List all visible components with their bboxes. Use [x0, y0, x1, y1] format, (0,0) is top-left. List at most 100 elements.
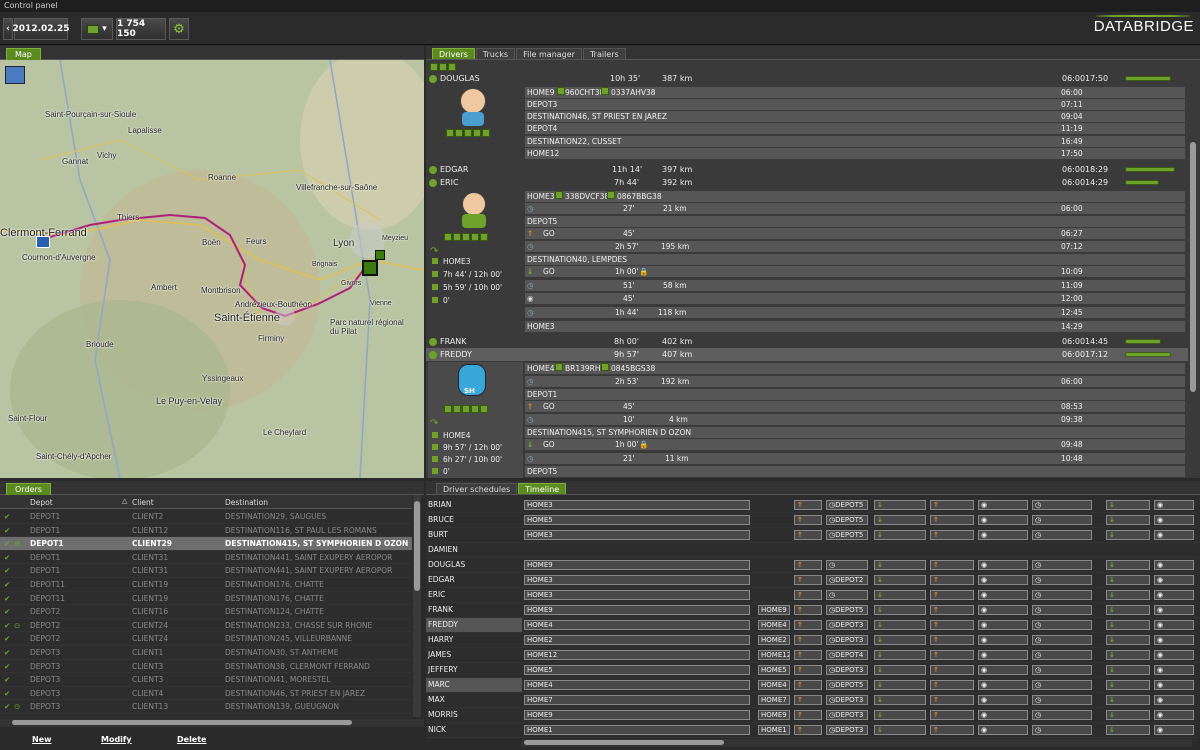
orders-scrollbar[interactable]: [413, 495, 421, 717]
timeline-task-block[interactable]: ↑: [930, 575, 974, 585]
timeline-task-block[interactable]: ◉: [1154, 500, 1194, 510]
timeline-task-block[interactable]: ↓: [874, 695, 926, 705]
display-mode-dropdown[interactable]: ▾: [81, 18, 113, 40]
timeline-driver-name[interactable]: MAX: [428, 693, 522, 707]
action-icon[interactable]: [453, 232, 461, 241]
timeline-task-block[interactable]: ↓: [1106, 560, 1150, 570]
timeline-driver-name[interactable]: NICK: [428, 723, 522, 737]
timeline-task-block[interactable]: ◉: [978, 515, 1028, 525]
route-stop-row[interactable]: HOME3 338DVCF38 0867BBG38: [525, 191, 1185, 203]
timeline-task-block[interactable]: ↑: [930, 665, 974, 675]
action-icon[interactable]: [462, 404, 470, 413]
timeline-task-block[interactable]: ◉: [978, 680, 1028, 690]
timeline-task-block[interactable]: ◷: [1032, 605, 1092, 615]
route-stop-row[interactable]: DESTINATION40, LEMPDES: [525, 254, 1185, 266]
order-row[interactable]: ✔ DEPOT3 CLIENT4 DESTINATION46, ST PRIEST E…: [0, 687, 412, 701]
truck-marker-icon[interactable]: [36, 236, 50, 248]
tab-timeline[interactable]: Timeline: [518, 483, 567, 494]
timeline-task-block[interactable]: ◷DEPOT5: [826, 680, 868, 690]
timeline-home-block[interactable]: HOME5: [758, 665, 790, 675]
timeline-task-block[interactable]: ◉: [978, 575, 1028, 585]
timeline-task-block[interactable]: ◉: [978, 635, 1028, 645]
collapse-icon[interactable]: [439, 62, 447, 71]
route-stop-row[interactable]: DEPOT5: [525, 216, 1185, 228]
route-stop-row[interactable]: HOME4 BR139RH 0845BGS38: [525, 363, 1185, 375]
new-button[interactable]: New: [32, 735, 52, 744]
timeline-task-block[interactable]: ◷DEPOT3: [826, 635, 868, 645]
timeline-task-block[interactable]: ◷DEPOT4: [826, 650, 868, 660]
delete-button[interactable]: Delete: [177, 735, 206, 744]
timeline-driver-name[interactable]: HARRY: [428, 633, 522, 647]
route-leg-row[interactable]: ◷ 1h 44' 118 km 12:45: [525, 307, 1185, 319]
route-stop-row[interactable]: ↑ GO 45' 08:53: [525, 401, 1185, 413]
timeline-home-block[interactable]: HOME7: [758, 695, 790, 705]
timeline-task-block[interactable]: ↓: [1106, 575, 1150, 585]
timeline-home-block[interactable]: HOME12: [524, 650, 750, 660]
timeline-row[interactable]: MORRIS HOME9 HOME9 ↑ ◷DEPOT3 ↓ ↑ ◉ ◷ ↓ ◉: [426, 708, 1198, 723]
timeline-driver-name[interactable]: FREDDY: [426, 618, 522, 632]
timeline-task-block[interactable]: ◉: [1154, 635, 1194, 645]
timeline-task-block[interactable]: ↓: [1106, 590, 1150, 600]
order-row[interactable]: ✔ ⊙ DEPOT2 CLIENT24 DESTINATION233, CHASSE S…: [0, 619, 412, 633]
timeline-task-block[interactable]: ↑: [930, 620, 974, 630]
order-row[interactable]: ✔ ⊙ DEPOT3 CLIENT13 DESTINATION139, GUEUGNON: [0, 700, 412, 714]
timeline-task-block[interactable]: ◷: [1032, 725, 1092, 735]
timeline-home-block[interactable]: HOME1: [758, 725, 790, 735]
destination-marker-icon[interactable]: [375, 250, 385, 260]
timeline-task-block[interactable]: ◉: [978, 530, 1028, 540]
action-icon[interactable]: [446, 128, 454, 137]
map-layer-icon[interactable]: [5, 66, 25, 84]
timeline-task-block[interactable]: ↓: [1106, 530, 1150, 540]
timeline-task-block[interactable]: ↓: [874, 575, 926, 585]
action-icon[interactable]: [444, 232, 452, 241]
route-stop-row[interactable]: ↑ GO 45' 06:27: [525, 228, 1185, 240]
timeline-home-block[interactable]: HOME2: [758, 635, 790, 645]
timeline-task-block[interactable]: ↓: [1106, 650, 1150, 660]
route-stop-row[interactable]: DESTINATION22, CUSSET 16:49: [525, 136, 1185, 148]
timeline-task-block[interactable]: ↑: [930, 605, 974, 615]
order-row[interactable]: ✔ DEPOT2 CLIENT16 DESTINATION124, CHATTE: [0, 605, 412, 619]
prev-date-button[interactable]: ‹: [3, 18, 13, 40]
timeline-task-block[interactable]: ↑: [794, 710, 822, 720]
timeline-task-block[interactable]: ◷DEPOT5: [826, 605, 868, 615]
tab-orders[interactable]: Orders: [6, 483, 51, 495]
route-stop-row[interactable]: DEPOT5: [525, 466, 1185, 478]
timeline-driver-name[interactable]: BURT: [428, 528, 522, 542]
action-icon[interactable]: [471, 232, 479, 241]
route-leg-row[interactable]: ◷ 51' 58 km 11:09: [525, 280, 1185, 292]
order-row[interactable]: ✔ ⊙ DEPOT1 CLIENT29 DESTINATION415, ST SYMPH…: [0, 537, 412, 551]
timeline-task-block[interactable]: ◷: [1032, 620, 1092, 630]
timeline-row[interactable]: FRANK HOME9 HOME9 ↑ ◷DEPOT5 ↓ ↑ ◉ ◷ ↓ ◉: [426, 603, 1198, 618]
timeline-task-block[interactable]: ◷: [1032, 515, 1092, 525]
route-stop-row[interactable]: HOME9 960CHT38 0337AHV38 06:00: [525, 87, 1185, 99]
timeline-task-block[interactable]: ↑: [794, 515, 822, 525]
timeline-task-block[interactable]: ◉: [1154, 650, 1194, 660]
timeline-task-block[interactable]: ◷: [1032, 680, 1092, 690]
timeline-task-block[interactable]: ↑: [794, 590, 822, 600]
timeline-task-block[interactable]: ◉: [978, 620, 1028, 630]
timeline-driver-name[interactable]: ERIC: [428, 588, 522, 602]
timeline-home-block[interactable]: HOME4: [524, 620, 750, 630]
action-icon[interactable]: [444, 404, 452, 413]
route-leg-row[interactable]: ◷ 21' 11 km 10:48: [525, 453, 1185, 465]
route-leg-row[interactable]: ◷ 2h 57' 195 km 07:12: [525, 241, 1185, 253]
timeline-task-block[interactable]: ◉: [978, 500, 1028, 510]
timeline-task-block[interactable]: ↓: [874, 500, 926, 510]
driver-name[interactable]: ERIC: [440, 177, 459, 189]
column-header[interactable]: Client: [132, 498, 154, 507]
driver-name[interactable]: FREDDY: [440, 349, 472, 361]
route-stop-row[interactable]: DESTINATION415, ST SYMPHORIEN D OZON: [525, 427, 1185, 439]
depot-marker-icon[interactable]: [362, 260, 378, 276]
timeline-home-block[interactable]: HOME12: [758, 650, 790, 660]
timeline-row[interactable]: BRUCE HOME5 ↑ ◷DEPOT5 ↓ ↑ ◉ ◷ ↓ ◉: [426, 513, 1198, 528]
timeline-task-block[interactable]: ◉: [1154, 605, 1194, 615]
timeline-task-block[interactable]: ↓: [874, 620, 926, 630]
timeline-task-block[interactable]: ◉: [1154, 665, 1194, 675]
action-icon[interactable]: [473, 128, 481, 137]
timeline-task-block[interactable]: ↓: [1106, 515, 1150, 525]
timeline-driver-name[interactable]: DAMIEN: [428, 543, 522, 557]
timeline-driver-name[interactable]: EDGAR: [428, 573, 522, 587]
route-stop-row[interactable]: DESTINATION46, ST PRIEST EN JAREZ 09:04: [525, 111, 1185, 123]
timeline-driver-name[interactable]: JEFFERY: [428, 663, 522, 677]
timeline-task-block[interactable]: ↓: [1106, 605, 1150, 615]
